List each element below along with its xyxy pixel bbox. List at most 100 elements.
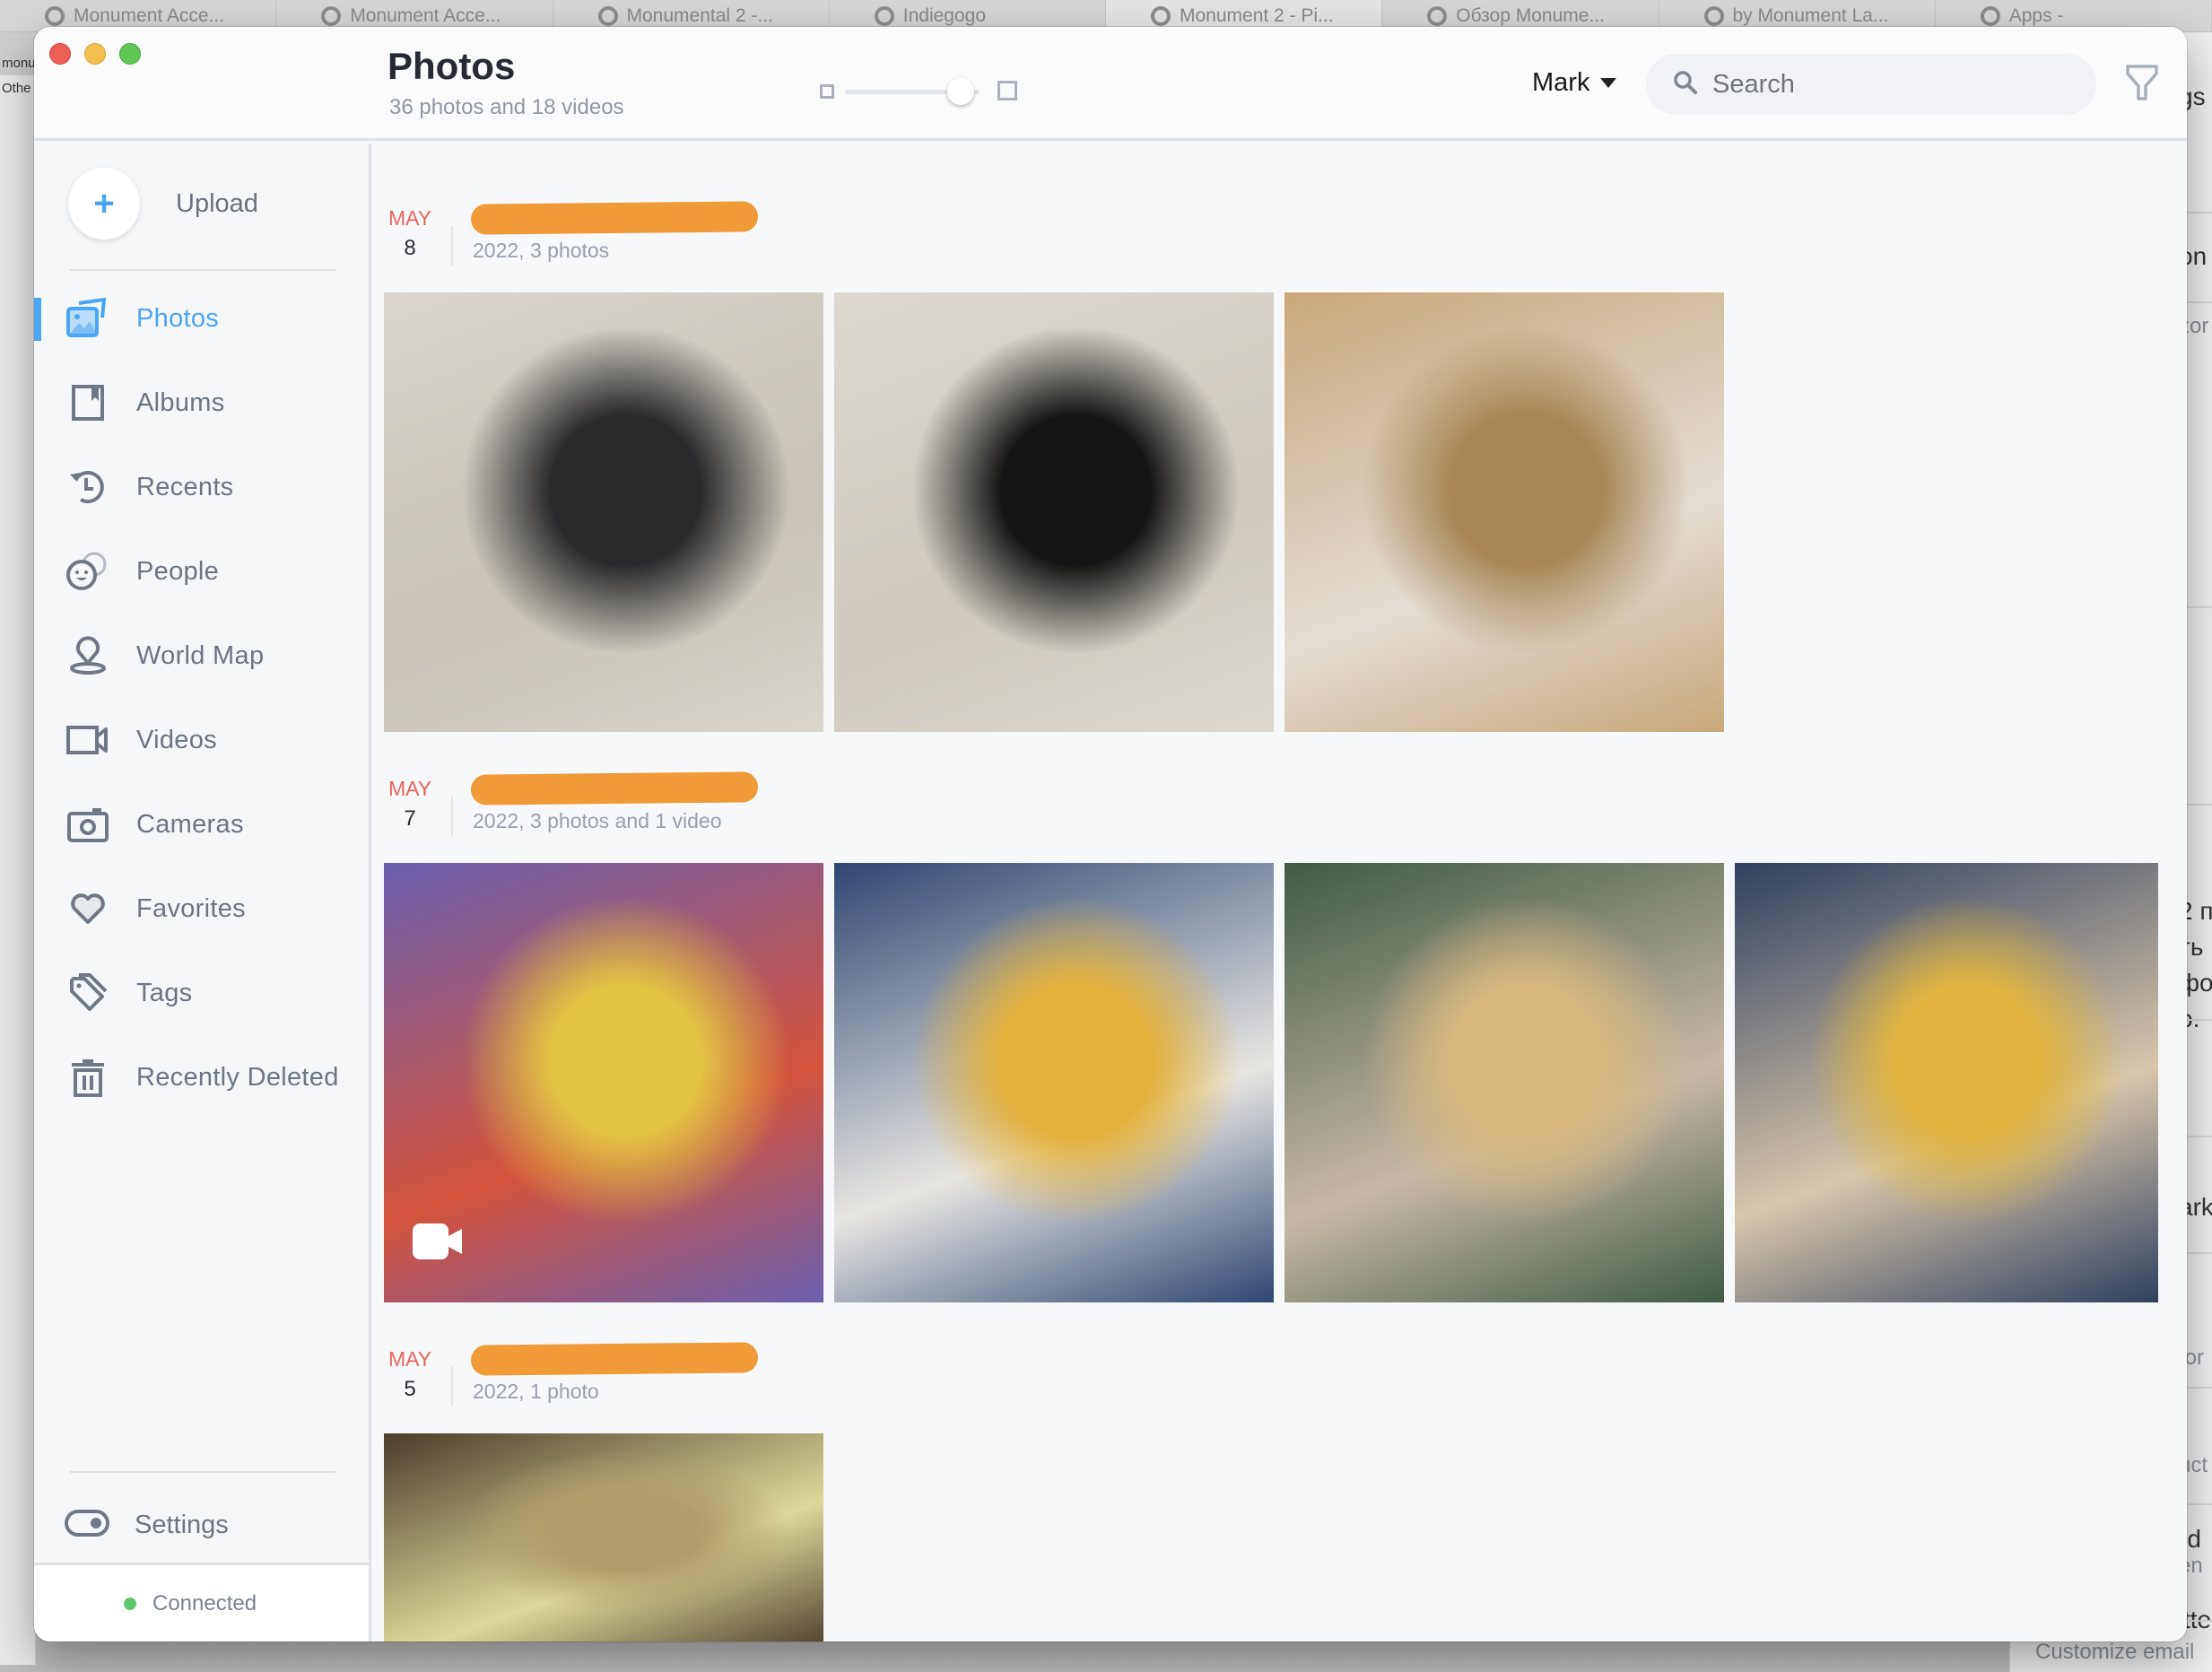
sidebar-item-recents[interactable]: Recents xyxy=(34,445,369,529)
settings-toggle-icon xyxy=(65,1509,109,1541)
upload-button[interactable]: + Upload xyxy=(68,168,258,239)
filter-button[interactable] xyxy=(2124,63,2160,102)
date-header: MAY 5 2022, 1 photo xyxy=(374,1338,2187,1419)
background-text-fragment: Customize email xyxy=(2035,1640,2195,1664)
photo-grid-row xyxy=(384,292,1724,732)
plus-icon: + xyxy=(68,168,140,239)
sidebar-item-label: Albums xyxy=(136,388,225,417)
photos-icon xyxy=(65,295,111,342)
date-meta: 2022, 3 photos xyxy=(473,239,610,262)
sidebar-item-favorites[interactable]: Favorites xyxy=(34,866,369,951)
minimize-window-button[interactable] xyxy=(84,43,106,65)
date-divider xyxy=(451,226,453,266)
sidebar-item-label: Recently Deleted xyxy=(136,1062,339,1092)
date-divider xyxy=(451,797,453,836)
cameras-icon xyxy=(65,801,111,848)
photo-thumbnail[interactable] xyxy=(384,292,823,732)
sidebar-item-tags[interactable]: Tags xyxy=(34,951,369,1035)
sidebar-item-people[interactable]: People xyxy=(34,529,369,614)
recents-icon xyxy=(65,464,111,510)
tab-label: Apps - xyxy=(2008,5,2064,26)
sidebar-divider xyxy=(70,269,335,271)
sidebar-item-videos[interactable]: Videos xyxy=(34,698,369,782)
tab-favicon-icon xyxy=(45,6,65,26)
tab-favicon-icon xyxy=(874,6,894,26)
tab-favicon-icon xyxy=(321,6,342,26)
sidebar-item-label: People xyxy=(136,556,220,586)
user-name: Mark xyxy=(1532,68,1590,97)
photo-thumbnail[interactable] xyxy=(1285,863,1724,1302)
video-camera-icon xyxy=(413,1224,463,1259)
tags-icon xyxy=(65,970,111,1016)
date-meta: 2022, 3 photos and 1 video xyxy=(473,809,722,832)
sidebar-item-world-map[interactable]: World Map xyxy=(34,614,369,698)
caret-down-icon xyxy=(1600,78,1617,88)
connection-status: Connected xyxy=(34,1563,369,1642)
date-meta: 2022, 1 photo xyxy=(473,1380,599,1403)
sidebar-divider xyxy=(70,1471,335,1473)
date-month: MAY xyxy=(388,777,432,800)
photo-thumbnail[interactable] xyxy=(834,292,1274,732)
tab-label: Monument Acce... xyxy=(74,5,225,26)
window-controls xyxy=(49,43,141,65)
redacted-location xyxy=(470,1342,759,1376)
background-row: monu xyxy=(0,50,35,75)
date-divider xyxy=(451,1367,453,1406)
filter-icon xyxy=(2126,65,2158,100)
sidebar-item-label: Videos xyxy=(136,725,217,754)
photo-thumbnail[interactable] xyxy=(1735,863,2158,1302)
sidebar-item-label: Cameras xyxy=(136,809,244,839)
thumbnail-size-slider[interactable] xyxy=(786,74,1017,109)
date-header: MAY 7 2022, 3 photos and 1 video xyxy=(374,768,2187,849)
redacted-location xyxy=(470,201,759,235)
sidebar-item-cameras[interactable]: Cameras xyxy=(34,782,369,866)
search-input[interactable] xyxy=(1712,69,2071,100)
sidebar-item-label: Favorites xyxy=(136,893,246,923)
tab-favicon-icon xyxy=(597,6,618,26)
video-thumbnail[interactable] xyxy=(384,863,823,1302)
sidebar-item-settings[interactable]: Settings xyxy=(34,1480,369,1570)
background-row: Othe xyxy=(2,81,31,96)
photo-grid-row xyxy=(384,1433,823,1642)
world-map-icon xyxy=(65,632,111,679)
tab-label: by Monument La... xyxy=(1732,5,1889,26)
date-day: 8 xyxy=(404,236,416,260)
date-day: 5 xyxy=(404,1377,416,1401)
sidebar-item-label: Recents xyxy=(136,472,234,501)
search-box[interactable] xyxy=(1646,54,2096,115)
tab-favicon-icon xyxy=(1703,6,1724,26)
photo-thumbnail[interactable] xyxy=(834,863,1274,1302)
tab-label: Monumental 2 -... xyxy=(626,5,773,26)
date-month: MAY xyxy=(388,1347,432,1371)
page-subtitle: 36 photos and 18 videos xyxy=(389,95,624,119)
date-month: MAY xyxy=(388,206,432,230)
sidebar-item-photos[interactable]: Photos xyxy=(34,276,369,361)
trash-icon xyxy=(65,1054,111,1101)
favorites-icon xyxy=(65,885,111,932)
settings-label: Settings xyxy=(135,1510,229,1539)
photo-grid-row xyxy=(384,863,2158,1302)
window-header: Photos 36 photos and 18 videos Mark xyxy=(34,27,2187,141)
tab-favicon-icon xyxy=(1980,6,2000,26)
photo-thumbnail[interactable] xyxy=(384,1433,823,1642)
maximize-window-button[interactable] xyxy=(119,43,141,65)
background-left-window: monu Othe xyxy=(0,50,36,1665)
large-thumbnail-icon xyxy=(997,81,1017,100)
status-dot-icon xyxy=(124,1597,136,1610)
user-menu[interactable]: Mark xyxy=(1532,68,1617,98)
upload-label: Upload xyxy=(176,188,258,218)
page-title: Photos xyxy=(388,45,516,87)
sidebar: + Upload Photos Albums Recents People Wo… xyxy=(34,144,371,1642)
tab-favicon-icon xyxy=(1151,6,1171,26)
close-window-button[interactable] xyxy=(49,43,71,65)
sidebar-item-label: World Map xyxy=(136,640,265,670)
photos-app-window: Photos 36 photos and 18 videos Mark + Up… xyxy=(34,27,2187,1642)
small-thumbnail-icon xyxy=(820,84,834,99)
sidebar-item-albums[interactable]: Albums xyxy=(34,361,369,445)
sidebar-item-label: Tags xyxy=(136,978,193,1007)
photo-thumbnail[interactable] xyxy=(1285,292,1724,732)
tab-label: Indiegogo xyxy=(902,5,987,26)
redacted-location xyxy=(470,771,759,806)
sidebar-item-recently-deleted[interactable]: Recently Deleted xyxy=(34,1035,369,1119)
slider-handle[interactable] xyxy=(947,78,974,105)
